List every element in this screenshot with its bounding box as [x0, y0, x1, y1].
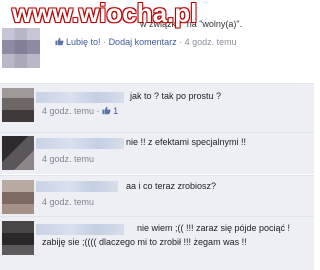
comment-timestamp[interactable]: 4 godz. temu: [42, 106, 94, 116]
watermark: www.wiocha.pl: [12, 0, 198, 28]
comment-timestamp[interactable]: 4 godz. temu: [42, 197, 94, 207]
comment-text: aa i co teraz zrobiosz?: [126, 181, 217, 191]
thumbs-up-icon: [55, 37, 64, 46]
comment: nie !! z efektami specjalnymi !! 4 godz.…: [0, 132, 314, 174]
comment: nie wiem ;(( !!! zaraz się pójde pociąć …: [0, 216, 314, 270]
avatar[interactable]: [2, 136, 34, 170]
separator: ·: [96, 106, 100, 116]
avatar[interactable]: [2, 28, 40, 68]
comment-author[interactable]: [36, 224, 124, 235]
separator: ·: [179, 37, 183, 47]
thumbs-up-icon[interactable]: [102, 106, 111, 115]
comment-author[interactable]: [36, 92, 124, 103]
comment-text: nie !! z efektami specjalnymi !!: [126, 137, 247, 147]
comment: aa i co teraz zrobiosz? 4 godz. temu: [0, 175, 314, 216]
feed: w związku" na "wolny(a)". Lubię to! · Do…: [0, 0, 314, 270]
story-meta: Lubię to! · Dodaj komentarz · 4 godz. te…: [55, 37, 237, 47]
separator: ·: [103, 37, 107, 47]
avatar[interactable]: [2, 88, 34, 122]
comment-meta: 4 godz. temu: [42, 154, 94, 164]
avatar[interactable]: [2, 221, 34, 255]
like-count[interactable]: 1: [113, 106, 118, 116]
comment-meta: 4 godz. temu · 1: [42, 106, 118, 116]
comment-text-line-2: zabiję sie ;(((( dlaczego mi to zrobił !…: [42, 237, 247, 247]
story-timestamp[interactable]: 4 godz. temu: [185, 37, 237, 47]
comment: jak to ? tak po prostu ? 4 godz. temu · …: [0, 83, 314, 132]
like-link[interactable]: Lubię to!: [66, 37, 101, 47]
comment-meta: 4 godz. temu: [42, 197, 94, 207]
add-comment-link[interactable]: Dodaj komentarz: [109, 37, 177, 47]
comment-author[interactable]: [36, 181, 118, 192]
avatar[interactable]: [2, 180, 34, 214]
comment-author[interactable]: [36, 138, 124, 149]
comment-timestamp[interactable]: 4 godz. temu: [42, 154, 94, 164]
comment-text: jak to ? tak po prostu ?: [130, 91, 222, 101]
comment-text-line-1: nie wiem ;(( !!! zaraz się pójde pociąć …: [137, 223, 291, 233]
